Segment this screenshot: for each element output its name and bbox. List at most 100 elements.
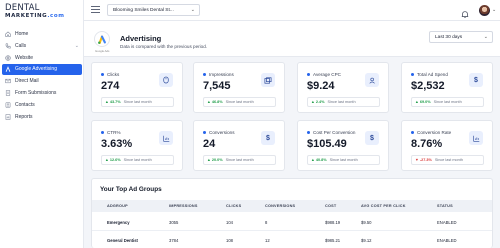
brand-line1: DENTAL	[5, 3, 40, 13]
metric-since: Since last month	[123, 158, 152, 162]
metric-label: Conversions	[209, 130, 235, 135]
dollar-icon: $	[365, 131, 379, 145]
sidebar-item-calls[interactable]: Calls ⌄	[0, 40, 84, 52]
sidebar-item-form-submissions[interactable]: Form Submissions	[0, 87, 84, 99]
menu-icon[interactable]	[91, 6, 100, 14]
sidebar-item-label: Direct Mail	[15, 78, 39, 85]
date-range-value: Last 30 days	[435, 34, 463, 40]
metric-label: Total Ad Spend	[417, 72, 448, 77]
metric-label: CTR%	[107, 130, 121, 135]
metric-since: Since last month	[123, 100, 152, 104]
sidebar-item-label: Home	[15, 30, 29, 37]
cell-adgroup: General Dentist	[107, 238, 138, 243]
column-header[interactable]: CONVERSIONS	[265, 204, 295, 208]
dollar-icon: $	[261, 131, 275, 145]
metric-change: 46.8%	[211, 100, 223, 104]
avatar[interactable]	[479, 5, 490, 16]
cell-avg-cpc: $9.50	[361, 220, 372, 225]
sidebar-item-label: Form Submissions	[15, 89, 57, 96]
metric-change: 69.0%	[419, 100, 431, 104]
cell-clicks: 104	[226, 220, 233, 225]
metric-delta: ▲ 12.6% Since last month	[101, 155, 174, 165]
brand-suffix: .com	[47, 13, 65, 19]
metric-value: 24	[203, 138, 216, 150]
cursor-icon	[159, 73, 173, 87]
sidebar-nav: Home Calls ⌄ Website Google Advertising …	[0, 28, 84, 123]
top-bar: Blooming Smiles Dental St... ⌄ ⌄	[84, 0, 500, 21]
brand-line2: MARKETING	[5, 13, 48, 19]
metric-label: Clicks	[107, 72, 120, 77]
metric-change: -27.3%	[419, 158, 432, 162]
metric-label: Average CPC	[313, 72, 342, 77]
sidebar-item-reports[interactable]: Reports	[0, 111, 84, 123]
metric-value: 7,545	[203, 80, 231, 92]
google-ads-logo	[94, 31, 110, 47]
window-icon	[261, 73, 275, 87]
sidebar-item-website[interactable]: Website	[0, 52, 84, 64]
column-header[interactable]: CLICKS	[226, 204, 241, 208]
column-header[interactable]: STATUS	[437, 204, 453, 208]
bell-icon[interactable]	[461, 6, 470, 19]
phone-icon	[4, 42, 11, 49]
cell-impressions: 3055	[169, 220, 179, 225]
cell-conversions: 12	[265, 238, 270, 243]
sidebar-item-label: Reports	[15, 113, 33, 120]
metric-label: Conversion Rate	[417, 130, 452, 135]
table-row[interactable]: Emergency 3055 104 8 $988.19 $9.50 ENABL…	[92, 213, 492, 231]
home-icon	[4, 30, 11, 37]
metric-change: 43.7%	[109, 100, 121, 104]
cell-impressions: 3784	[169, 238, 179, 243]
metric-delta: ▲ 40.8% Since last month	[307, 155, 380, 165]
column-header[interactable]: IMPRESSIONS	[169, 204, 198, 208]
chevron-down-icon: ⌄	[190, 7, 195, 13]
sidebar-item-google-advertising[interactable]: Google Advertising	[2, 63, 82, 76]
metric-since: Since last month	[225, 158, 254, 162]
metric-card-conversion-rate: Conversion Rate 8.76% ▼ -27.3% Since last…	[401, 120, 493, 171]
metric-value: $105.49	[307, 138, 347, 150]
metric-change: 12.6%	[109, 158, 121, 162]
page-subtitle: Data is compared with the previous perio…	[120, 44, 208, 49]
metric-card-cost-per-conversion: Cost Per Conversion $105.49 $ ▲ 40.8% Sin…	[297, 120, 389, 171]
brand-logo[interactable]: DENTAL MARKETING.com	[5, 4, 71, 20]
chevron-down-icon: ⌄	[74, 42, 79, 49]
sidebar-item-contacts[interactable]: Contacts	[0, 99, 84, 111]
section-title: Your Top Ad Groups	[100, 186, 162, 193]
column-header[interactable]: ADGROUP	[107, 204, 128, 208]
ad-groups-table: Your Top Ad Groups ADGROUP IMPRESSIONS C…	[91, 178, 493, 248]
dollar-icon: $	[469, 73, 483, 87]
metric-since: Since last month	[225, 100, 254, 104]
metric-card-clicks: Clicks 274 ▲ 43.7% Since last month	[91, 62, 183, 113]
metric-since: Since last month	[433, 100, 462, 104]
sidebar-item-direct-mail[interactable]: Direct Mail	[0, 75, 84, 87]
chevron-down-icon: ⌄	[483, 34, 488, 40]
account-select[interactable]: Blooming Smiles Dental St... ⌄	[107, 4, 200, 16]
cell-cost: $988.19	[325, 220, 341, 225]
date-range-select[interactable]: Last 30 days ⌄	[429, 31, 493, 43]
metric-value: 274	[101, 80, 120, 92]
sidebar-item-label: Calls	[15, 42, 27, 49]
cell-status: ENABLED	[437, 220, 457, 225]
cell-status: ENABLED	[437, 238, 457, 243]
metric-card-ctr: CTR% 3.63% ▲ 12.6% Since last month	[91, 120, 183, 171]
form-icon	[4, 89, 11, 96]
cell-cost: $985.21	[325, 238, 341, 243]
metric-value: $2,532	[411, 80, 445, 92]
metric-since: Since last month	[434, 158, 463, 162]
column-header[interactable]: AVG COST PER CLICK	[361, 204, 406, 208]
metric-card-total-ad-spend: Total Ad Spend $2,532 $ ▲ 69.0% Since las…	[401, 62, 493, 113]
page-header: Google Ads Advertising Data is compared …	[84, 21, 500, 57]
metric-card-average-cpc: Average CPC $9.24 ▲ 2.4% Since last month	[297, 62, 389, 113]
sidebar-item-home[interactable]: Home	[0, 28, 84, 40]
metric-delta: ▲ 20.0% Since last month	[203, 155, 276, 165]
column-header[interactable]: COST	[325, 204, 336, 208]
table-row[interactable]: General Dentist 3784 108 12 $985.21 $9.1…	[92, 231, 492, 248]
cell-avg-cpc: $9.12	[361, 238, 372, 243]
sidebar-item-label: Google Advertising	[15, 66, 57, 73]
metric-since: Since last month	[327, 100, 356, 104]
metric-delta: ▲ 69.0% Since last month	[411, 97, 484, 107]
sidebar-item-label: Website	[15, 54, 33, 61]
contacts-icon	[4, 101, 11, 108]
chevron-down-icon[interactable]: ⌄	[492, 7, 496, 13]
sidebar: DENTAL MARKETING.com Home Calls ⌄ Websit…	[0, 0, 84, 248]
metric-value: $9.24	[307, 80, 335, 92]
